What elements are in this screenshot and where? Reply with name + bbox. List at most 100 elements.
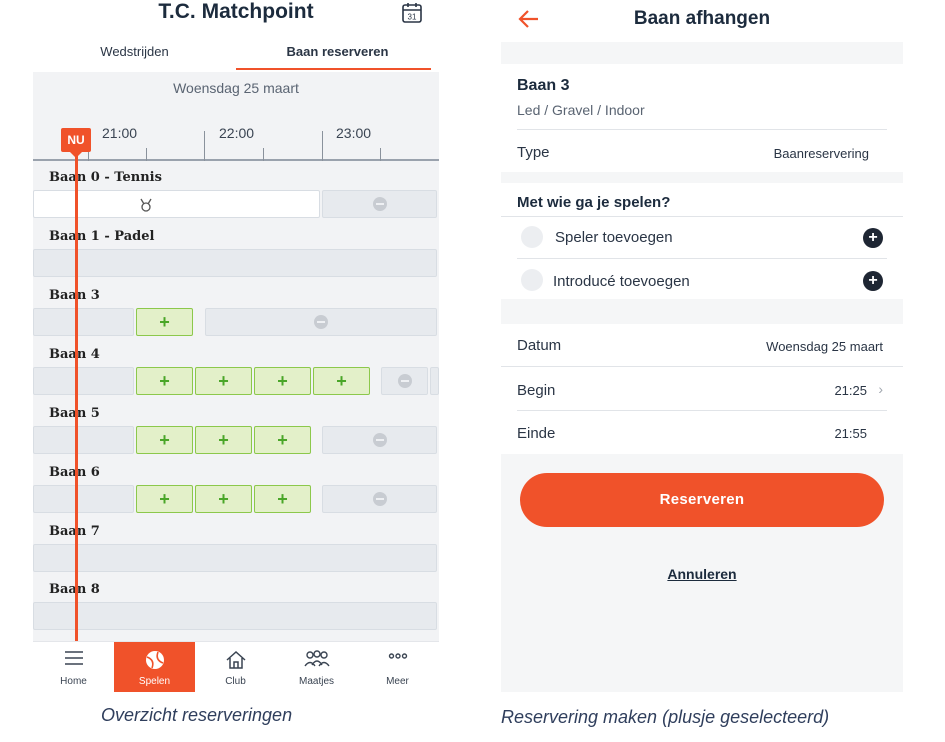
begin-value[interactable]: 21:25 bbox=[834, 383, 867, 398]
end-label: Einde bbox=[517, 425, 556, 442]
court-slot-available[interactable]: + bbox=[254, 367, 311, 395]
chevron-right-icon[interactable]: › bbox=[878, 381, 883, 397]
court-slot-available[interactable]: + bbox=[313, 367, 370, 395]
court-slot-available[interactable]: + bbox=[195, 367, 252, 395]
begin-label: Begin bbox=[517, 382, 556, 399]
datetime-card: Datum Woensdag 25 maart Begin 21:25 › Ei… bbox=[501, 324, 903, 454]
court-slot-empty bbox=[33, 426, 134, 454]
court-slot-available[interactable]: + bbox=[136, 426, 193, 454]
nav-label: Club bbox=[225, 676, 246, 687]
court-slot-unavailable bbox=[381, 367, 428, 395]
time-label: 23:00 bbox=[336, 125, 372, 141]
calendar-icon[interactable]: 31 bbox=[400, 1, 424, 30]
nav-club[interactable]: Club bbox=[195, 642, 276, 692]
court-slot-available[interactable]: + bbox=[254, 485, 311, 513]
timeline-tick bbox=[263, 148, 264, 161]
court-slot-unavailable bbox=[430, 367, 439, 395]
tennis-ball-icon bbox=[114, 642, 195, 672]
unavailable-icon bbox=[372, 433, 387, 447]
player-avatar-placeholder bbox=[521, 226, 543, 248]
nav-maatjes[interactable]: Maatjes bbox=[276, 642, 357, 692]
nav-label: Spelen bbox=[138, 676, 171, 687]
add-player-label[interactable]: Speler toevoegen bbox=[555, 229, 673, 246]
unavailable-icon bbox=[397, 374, 412, 388]
divider bbox=[517, 258, 887, 259]
court-label: Baan 0 - Tennis bbox=[49, 170, 162, 185]
timeline-axis bbox=[33, 159, 439, 161]
cancel-link[interactable]: Annuleren bbox=[501, 566, 903, 582]
timeline-tick bbox=[146, 148, 147, 161]
add-guest-label[interactable]: Introducé toevoegen bbox=[553, 273, 690, 290]
timeline-tick bbox=[204, 131, 205, 161]
unavailable-icon bbox=[314, 315, 328, 329]
court-info-card: Baan 3 Led / Gravel / Indoor Type Baanre… bbox=[501, 64, 903, 172]
people-icon bbox=[276, 642, 357, 672]
nav-spelen[interactable]: Spelen bbox=[114, 642, 195, 692]
court-slot-empty bbox=[33, 544, 437, 572]
type-value: Baanreservering bbox=[773, 146, 869, 161]
court-name: Baan 3 bbox=[517, 77, 570, 94]
court-slot-unavailable bbox=[322, 485, 437, 513]
selected-date[interactable]: Woensdag 25 maart bbox=[33, 80, 439, 96]
nav-label: Home bbox=[60, 676, 87, 687]
right-caption: Reservering maken (plusje geselecteerd) bbox=[501, 707, 830, 727]
players-card: Met wie ga je spelen? Speler toevoegen +… bbox=[501, 183, 903, 299]
tab-baan-reserveren[interactable]: Baan reserveren bbox=[236, 40, 439, 70]
timeline-tick bbox=[322, 131, 323, 161]
court-slot-available[interactable]: + bbox=[195, 426, 252, 454]
timeline-tick bbox=[380, 148, 381, 161]
more-icon bbox=[357, 642, 438, 672]
court-label: Baan 1 - Padel bbox=[49, 229, 155, 244]
court-slot-unavailable bbox=[322, 426, 437, 454]
divider bbox=[501, 366, 903, 367]
active-tab-indicator bbox=[236, 68, 431, 70]
type-label: Type bbox=[517, 144, 550, 161]
divider bbox=[517, 129, 887, 130]
court-slot-available[interactable]: + bbox=[254, 426, 311, 454]
screen-title: Baan afhangen bbox=[633, 8, 771, 29]
players-title: Met wie ga je spelen? bbox=[517, 194, 671, 211]
reserve-button[interactable]: Reserveren bbox=[520, 473, 884, 527]
divider bbox=[501, 216, 903, 217]
medal-icon bbox=[140, 198, 152, 212]
court-slot-available[interactable]: + bbox=[136, 367, 193, 395]
court-overview-screen: T.C. Matchpoint 31 Wedstrijden Baan rese… bbox=[33, 0, 439, 692]
court-slot-unavailable bbox=[205, 308, 437, 336]
court-slot-available[interactable]: + bbox=[136, 308, 193, 336]
divider bbox=[517, 410, 887, 411]
guest-avatar-placeholder bbox=[521, 269, 543, 291]
unavailable-icon bbox=[372, 197, 387, 211]
court-details: Led / Gravel / Indoor bbox=[517, 102, 645, 118]
tab-wedstrijden[interactable]: Wedstrijden bbox=[33, 40, 236, 70]
left-caption: Overzicht reserveringen bbox=[101, 705, 293, 725]
time-label: 21:00 bbox=[102, 125, 138, 141]
nav-home[interactable]: Home bbox=[33, 642, 114, 692]
add-guest-icon[interactable]: + bbox=[863, 271, 883, 291]
court-slot-empty bbox=[33, 249, 437, 277]
court-slot-unavailable bbox=[322, 190, 437, 218]
calendar-day: 31 bbox=[408, 13, 417, 22]
screen-header: Baan afhangen bbox=[501, 0, 903, 42]
house-icon bbox=[195, 642, 276, 672]
court-slot-available[interactable]: + bbox=[136, 485, 193, 513]
time-label: 22:00 bbox=[219, 125, 255, 141]
add-player-icon[interactable]: + bbox=[863, 228, 883, 248]
nav-label: Meer bbox=[386, 676, 409, 687]
tab-bar: Wedstrijden Baan reserveren bbox=[33, 40, 439, 72]
now-badge: NU bbox=[61, 128, 91, 158]
court-slot-empty bbox=[33, 485, 134, 513]
bottom-nav: Home Spelen Club Maatjes Meer bbox=[33, 641, 439, 692]
end-value[interactable]: 21:55 bbox=[834, 426, 867, 441]
menu-icon bbox=[33, 642, 114, 672]
court-slot-empty bbox=[33, 602, 437, 630]
app-title: T.C. Matchpoint bbox=[158, 0, 314, 23]
date-value[interactable]: Woensdag 25 maart bbox=[766, 339, 883, 354]
nav-meer[interactable]: Meer bbox=[357, 642, 438, 692]
reservation-screen: Baan afhangen Baan 3 Led / Gravel / Indo… bbox=[501, 0, 903, 692]
unavailable-icon bbox=[372, 492, 387, 506]
court-slot-available[interactable]: + bbox=[195, 485, 252, 513]
app-header: T.C. Matchpoint 31 bbox=[33, 0, 439, 40]
date-label: Datum bbox=[517, 337, 562, 354]
court-slot-empty bbox=[33, 367, 134, 395]
now-line bbox=[75, 152, 78, 641]
